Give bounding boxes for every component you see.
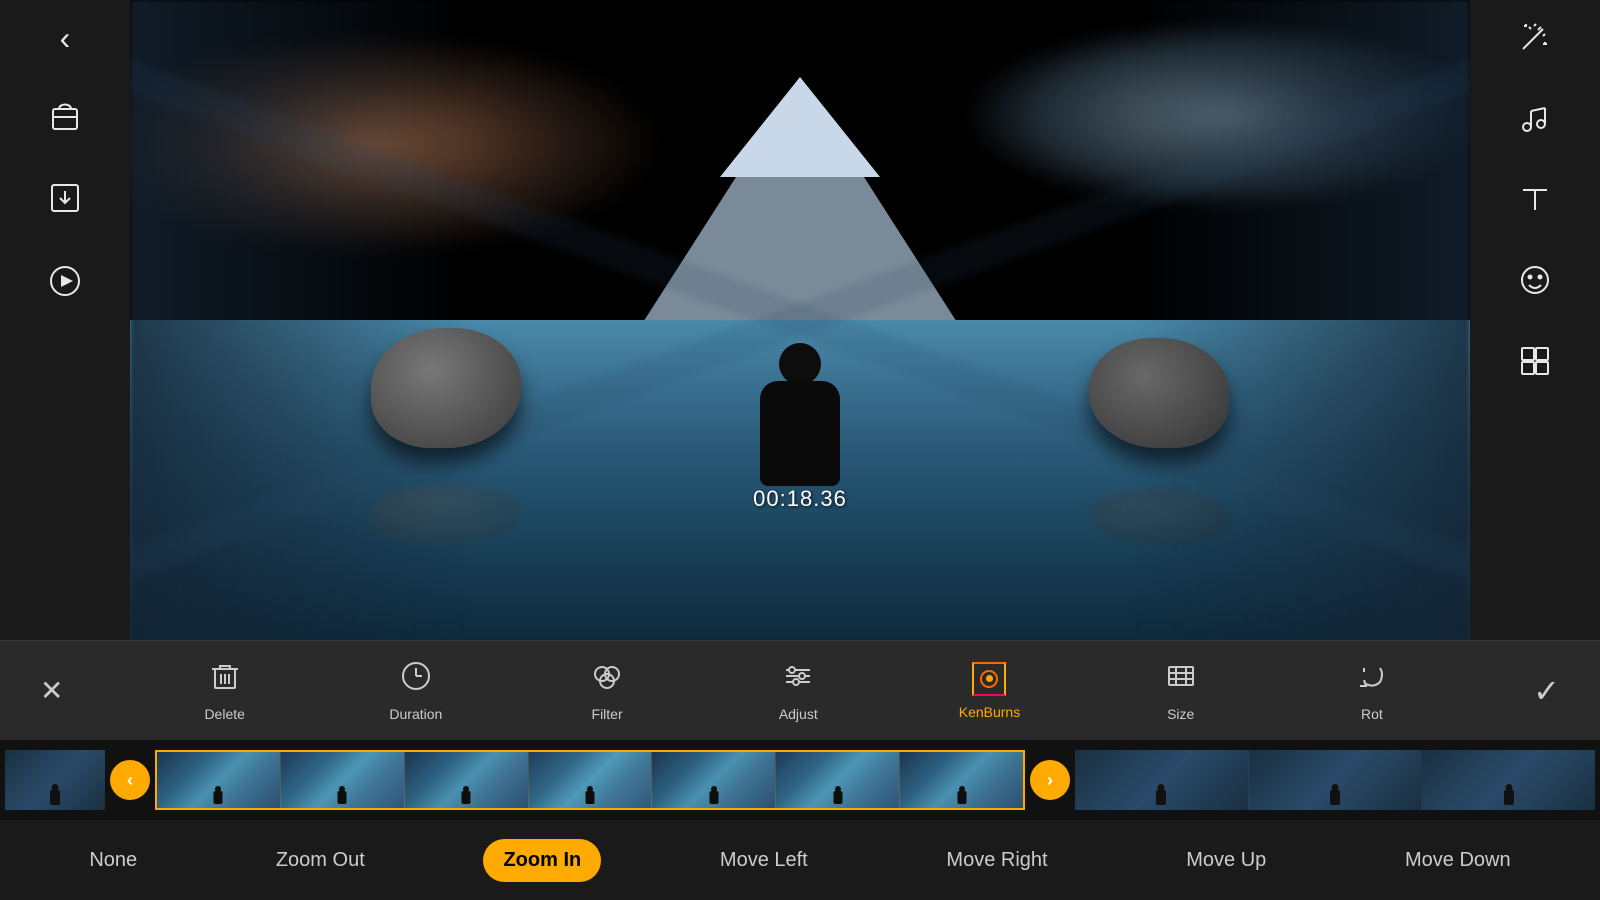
toolbar: ✕ Delete [0, 640, 1600, 740]
kenburns-icon [972, 662, 1006, 696]
timeline-next-button[interactable]: › [1030, 760, 1070, 800]
video-timestamp: 00:18.36 [753, 486, 847, 512]
download-icon[interactable] [47, 180, 83, 223]
delete-label: Delete [204, 706, 244, 722]
kenburns-tool[interactable]: KenBurns [949, 662, 1029, 720]
confirm-button[interactable]: ✓ [1523, 662, 1570, 720]
adjust-tool[interactable]: Adjust [758, 660, 838, 722]
video-preview: 00:18.36 [130, 0, 1470, 640]
duration-icon [400, 660, 432, 698]
kenburns-move-left[interactable]: Move Left [700, 839, 828, 882]
bottom-section: ✕ Delete [0, 640, 1600, 900]
music-icon[interactable] [1518, 101, 1552, 142]
layout-icon[interactable] [1518, 344, 1552, 385]
rot-icon [1356, 660, 1388, 698]
delete-icon [209, 660, 241, 698]
kenburns-options-row: None Zoom Out Zoom In Move Left Move Rig… [0, 820, 1600, 900]
timeline-main-strip [155, 750, 1025, 810]
emoji-icon[interactable] [1518, 263, 1552, 304]
duration-label: Duration [389, 706, 442, 722]
adjust-label: Adjust [779, 706, 818, 722]
size-icon [1165, 660, 1197, 698]
timeline-left-overflow [5, 750, 105, 810]
bag-icon[interactable] [47, 97, 83, 140]
filter-icon [591, 660, 623, 698]
back-button[interactable]: ‹ [60, 20, 71, 57]
right-sidebar [1470, 0, 1600, 640]
kenburns-move-up[interactable]: Move Up [1166, 839, 1286, 882]
timeline-right-overflow [1075, 750, 1595, 810]
kenburns-none[interactable]: None [69, 839, 157, 882]
kenburns-label: KenBurns [959, 704, 1020, 720]
close-button[interactable]: ✕ [30, 664, 73, 717]
rot-tool[interactable]: Rot [1332, 660, 1412, 722]
kenburns-move-right[interactable]: Move Right [926, 839, 1067, 882]
left-sidebar: ‹ [0, 0, 130, 640]
kenburns-zoom-in[interactable]: Zoom In [483, 839, 601, 882]
play-icon[interactable] [47, 263, 83, 306]
adjust-icon [782, 660, 814, 698]
text-icon[interactable] [1518, 182, 1552, 223]
kenburns-zoom-out[interactable]: Zoom Out [256, 839, 385, 882]
size-tool[interactable]: Size [1141, 660, 1221, 722]
duration-tool[interactable]: Duration [376, 660, 456, 722]
magic-wand-icon[interactable] [1518, 20, 1552, 61]
size-label: Size [1167, 706, 1194, 722]
timeline-strip: ‹ [0, 740, 1600, 820]
kenburns-move-down[interactable]: Move Down [1385, 839, 1531, 882]
rot-label: Rot [1361, 706, 1383, 722]
timeline-prev-button[interactable]: ‹ [110, 760, 150, 800]
filter-label: Filter [592, 706, 623, 722]
delete-tool[interactable]: Delete [185, 660, 265, 722]
filter-tool[interactable]: Filter [567, 660, 647, 722]
